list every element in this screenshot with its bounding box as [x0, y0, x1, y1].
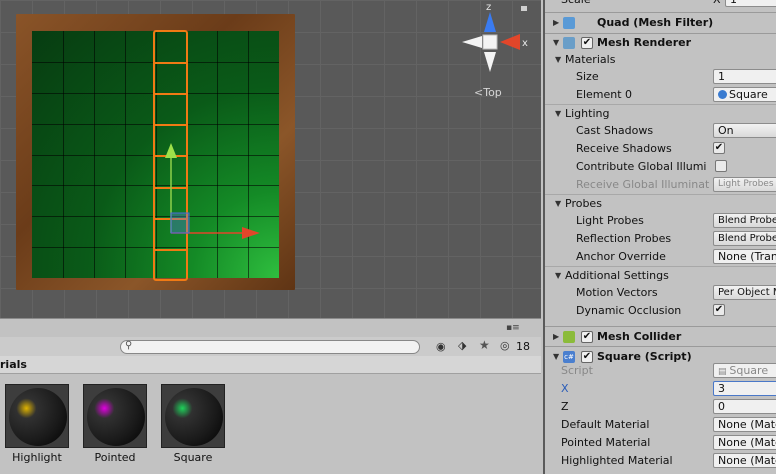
foldout-arrow-icon[interactable]: ▼: [555, 105, 561, 123]
default-material-field[interactable]: None (Mate: [713, 417, 776, 432]
material-thumbnail[interactable]: [161, 384, 225, 448]
anchor-override-row: Anchor Override None (Tran: [545, 248, 776, 266]
search-input[interactable]: ⚲: [120, 340, 420, 354]
x-axis-cone-icon: [500, 34, 520, 50]
cast-shadows-row: Cast Shadows On: [545, 122, 776, 140]
scene-grid-line: [416, 0, 417, 318]
z-field[interactable]: 0: [713, 399, 776, 414]
receive-gi-dropdown[interactable]: Light Probes: [713, 177, 776, 192]
highlighted-material-field[interactable]: None (Mate: [713, 453, 776, 468]
project-top-bar: ▪≡: [0, 318, 541, 337]
receive-shadows-checkbox[interactable]: ✔: [713, 142, 725, 154]
filter-by-type-icon[interactable]: ◉: [436, 340, 446, 353]
element0-row: Element 0 Square: [545, 86, 776, 104]
hidden-packages-icon[interactable]: ◎: [500, 339, 510, 352]
default-material-row: Default Material None (Mate: [545, 416, 776, 434]
material-label: Pointed: [94, 451, 136, 464]
material-label: Highlight: [12, 451, 62, 464]
highlighted-material-row: Highlighted Material None (Mate: [545, 452, 776, 470]
material-label: Square: [173, 451, 213, 464]
x-field[interactable]: 3: [713, 381, 776, 396]
inspector-panel: Scale X 1 ▶ Quad (Mesh Filter) ▼ ✔ Mesh …: [543, 0, 776, 474]
light-probes-dropdown[interactable]: Blend Probe: [713, 213, 776, 228]
scene-grid-line: [448, 0, 449, 318]
receive-shadows-row: Receive Shadows ✔: [576, 142, 725, 155]
size-row: Size 1: [545, 68, 776, 86]
x-row: X 3: [545, 380, 776, 398]
mesh-collider-enabled-checkbox[interactable]: ✔: [581, 331, 593, 343]
mesh-renderer-icon: [563, 37, 575, 49]
foldout-arrow-icon[interactable]: ▶: [553, 14, 559, 32]
material-preview-sphere: [165, 388, 223, 446]
pointed-material-field[interactable]: None (Mate: [713, 435, 776, 450]
dynamic-occlusion-checkbox[interactable]: ✔: [713, 304, 725, 316]
scale-x-field[interactable]: 1: [725, 0, 776, 7]
script-file-icon: ▤: [718, 367, 730, 377]
mesh-filter-header[interactable]: ▶ Quad (Mesh Filter): [545, 14, 776, 32]
probes-foldout[interactable]: ▼ Probes: [545, 195, 776, 213]
y-axis-arrow-icon: [165, 143, 177, 158]
selected-cell-divider: [155, 249, 186, 251]
reflection-probes-dropdown[interactable]: Blend Probe: [713, 231, 776, 246]
scene-grid-line: [352, 0, 353, 318]
foldout-arrow-icon[interactable]: ▼: [555, 195, 561, 213]
element0-field[interactable]: Square: [713, 87, 776, 102]
script-field[interactable]: ▤ Square: [713, 363, 776, 378]
mesh-renderer-header[interactable]: ▼ ✔ Mesh Renderer: [545, 34, 776, 52]
cast-shadows-dropdown[interactable]: On: [713, 123, 776, 138]
material-thumbnail[interactable]: [83, 384, 147, 448]
light-probes-row: Light Probes Blend Probe: [545, 212, 776, 230]
breadcrumb: rials: [0, 356, 541, 374]
pointed-material-row: Pointed Material None (Mate: [545, 434, 776, 452]
motion-vectors-dropdown[interactable]: Per Object M: [713, 285, 776, 300]
svg-text:x: x: [522, 38, 528, 49]
material-icon: [718, 90, 727, 99]
additional-settings-foldout[interactable]: ▼ Additional Settings: [545, 267, 776, 285]
contribute-gi-checkbox[interactable]: [715, 160, 727, 172]
move-tool-handles[interactable]: [160, 140, 270, 240]
contribute-gi-row: Contribute Global Illumi: [545, 158, 776, 176]
scene-grid-line: [320, 0, 321, 318]
lock-icon: [521, 6, 527, 11]
mesh-renderer-enabled-checkbox[interactable]: ✔: [581, 37, 593, 49]
search-icon: ⚲: [125, 340, 133, 351]
scene-view[interactable]: z x <Top: [0, 0, 541, 318]
z-axis-cone-icon: [484, 12, 496, 32]
selected-cell-divider: [155, 124, 186, 126]
script-row: Script ▤ Square: [545, 362, 776, 380]
material-preview-sphere: [9, 388, 67, 446]
selected-cell-divider: [155, 93, 186, 95]
x-axis-arrow-icon: [242, 227, 260, 239]
z-row: Z 0: [545, 398, 776, 416]
reflection-probes-row: Reflection Probes Blend Probe: [545, 230, 776, 248]
foldout-arrow-icon[interactable]: ▼: [553, 34, 559, 52]
selected-cell-divider: [155, 62, 186, 64]
favorite-star-icon[interactable]: ★: [479, 338, 490, 352]
foldout-arrow-icon[interactable]: ▶: [553, 328, 559, 346]
mesh-collider-header[interactable]: ▶ ✔ Mesh Collider: [545, 328, 776, 346]
lighting-foldout[interactable]: ▼ Lighting: [545, 105, 776, 123]
scene-grid-line: [384, 0, 385, 318]
label-tag-icon[interactable]: ⬗: [458, 339, 466, 352]
receive-gi-row: Receive Global Illuminat Light Probes: [545, 176, 776, 194]
material-thumbnail[interactable]: [5, 384, 69, 448]
scene-grid-line: [0, 0, 1, 318]
lock-icon[interactable]: ▪≡: [506, 323, 520, 333]
foldout-arrow-icon[interactable]: ▼: [555, 267, 561, 285]
size-field[interactable]: 1: [713, 69, 776, 84]
scene-view-mode-label[interactable]: <Top: [474, 86, 502, 99]
motion-vectors-row: Motion Vectors Per Object M: [545, 284, 776, 302]
mesh-collider-icon: [563, 331, 575, 343]
materials-foldout[interactable]: ▼ Materials: [545, 51, 776, 69]
anchor-override-field[interactable]: None (Tran: [713, 249, 776, 264]
hidden-count: 18: [516, 340, 530, 353]
foldout-arrow-icon[interactable]: ▼: [555, 51, 561, 69]
dynamic-occlusion-row: Dynamic Occlusion ✔: [576, 304, 725, 317]
mesh-filter-icon: [563, 17, 575, 29]
material-preview-sphere: [87, 388, 145, 446]
svg-text:z: z: [486, 2, 491, 13]
scale-row: Scale X 1: [545, 0, 776, 9]
breadcrumb-folder[interactable]: rials: [0, 358, 27, 371]
